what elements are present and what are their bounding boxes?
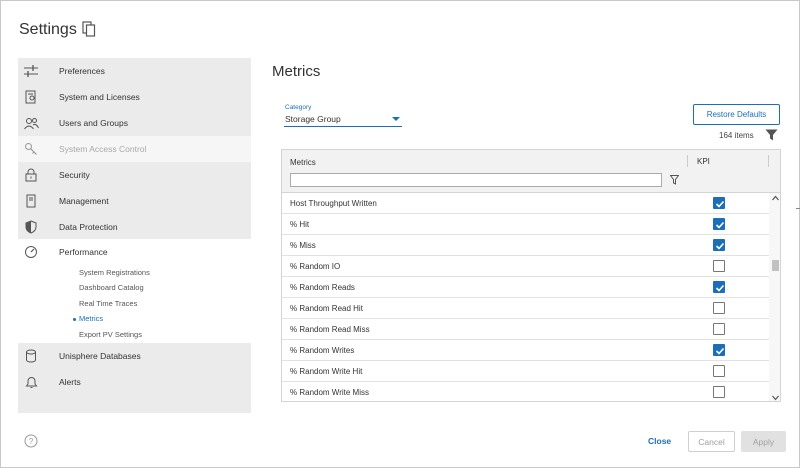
sidebar-item-label: Alerts [59, 377, 81, 387]
sidebar-item-label: Performance [59, 247, 108, 257]
metric-name: % Miss [290, 241, 316, 250]
column-header-kpi[interactable]: KPI [697, 157, 710, 166]
cancel-button[interactable]: Cancel [688, 431, 735, 452]
sidebar-item-alerts[interactable]: Alerts [18, 369, 251, 395]
kpi-checkbox[interactable] [713, 386, 725, 398]
users-icon [23, 115, 39, 131]
sidebar-item-label: System Access Control [59, 144, 147, 154]
sidebar-item-users-and-groups[interactable]: Users and Groups [18, 110, 251, 136]
close-button[interactable]: Close [648, 436, 671, 446]
kpi-checkbox[interactable] [713, 260, 725, 272]
settings-sidebar: Preferences System and Licenses Users an… [18, 58, 251, 413]
sidebar-item-system-and-licenses[interactable]: System and Licenses [18, 84, 251, 110]
metric-name: % Random IO [290, 262, 341, 271]
item-count: 164 items [719, 131, 754, 140]
kpi-checkbox[interactable] [713, 365, 725, 377]
sidebar-item-label: Management [59, 196, 109, 206]
sidebar-item-label: Preferences [59, 66, 105, 76]
chevron-down-icon[interactable] [772, 395, 779, 401]
grid-body: Host Throughput Written % Hit % Miss % R… [282, 193, 769, 401]
database-icon [23, 348, 39, 364]
sliders-icon [23, 63, 39, 79]
kpi-checkbox[interactable] [713, 323, 725, 335]
table-row[interactable]: % Random Read Miss [282, 319, 769, 340]
license-icon [23, 89, 39, 105]
sidebar-item-unisphere-databases[interactable]: Unisphere Databases [18, 343, 251, 369]
metric-name: Host Throughput Written [290, 199, 377, 208]
sidebar-item-preferences[interactable]: Preferences [18, 58, 251, 84]
sidebar-item-management[interactable]: Management [18, 188, 251, 214]
table-row[interactable]: % Random Write Miss [282, 382, 769, 401]
performance-section: Performance System Registrations Dashboa… [18, 239, 251, 343]
window-edge-mark [796, 208, 800, 209]
kpi-checkbox[interactable] [713, 281, 725, 293]
svg-text:?: ? [29, 437, 34, 446]
metrics-filter-input[interactable] [290, 173, 662, 187]
metric-name: % Random Read Miss [290, 325, 370, 334]
kpi-checkbox[interactable] [713, 344, 725, 356]
scrollbar-thumb[interactable] [772, 260, 779, 271]
table-row[interactable]: % Random Writes [282, 340, 769, 361]
apply-button[interactable]: Apply [741, 431, 786, 452]
dialog-title: Settings [19, 21, 77, 38]
metric-name: % Hit [290, 220, 310, 229]
sidebar-item-label: System and Licenses [59, 92, 140, 102]
metric-name: % Random Write Hit [290, 367, 363, 376]
kpi-checkbox[interactable] [713, 218, 725, 230]
bell-icon [23, 374, 39, 390]
chevron-up-icon[interactable] [772, 195, 779, 201]
metric-name: % Random Read Hit [290, 304, 363, 313]
kpi-checkbox[interactable] [713, 302, 725, 314]
copy-icon[interactable] [82, 21, 96, 37]
filter-icon[interactable] [765, 129, 778, 141]
category-select[interactable]: Storage Group [284, 112, 402, 127]
table-row[interactable]: % Random Reads [282, 277, 769, 298]
sidebar-item-security[interactable]: Security [18, 162, 251, 188]
sub-item-dashboard-catalog[interactable]: Dashboard Catalog [79, 283, 144, 292]
metric-name: % Random Write Miss [290, 388, 369, 397]
settings-dialog: Settings Preferences System and Licenses… [0, 0, 800, 468]
sub-item-export-pv-settings[interactable]: Export PV Settings [79, 330, 142, 339]
table-row[interactable]: % Random IO [282, 256, 769, 277]
sidebar-item-label: Security [59, 170, 90, 180]
sidebar-item-data-protection[interactable]: Data Protection [18, 214, 251, 240]
category-value: Storage Group [285, 114, 341, 124]
sidebar-item-label: Users and Groups [59, 118, 128, 128]
category-label: Category [285, 104, 312, 111]
help-icon[interactable]: ? [24, 434, 38, 448]
column-filter-icon[interactable] [670, 175, 679, 185]
lock-icon [23, 167, 39, 183]
sidebar-item-label: Data Protection [59, 222, 118, 232]
gauge-icon [23, 244, 39, 260]
grid-header: Metrics KPI [282, 150, 780, 193]
column-header-metrics[interactable]: Metrics [290, 158, 316, 167]
shield-icon [23, 219, 39, 235]
metrics-grid: Metrics KPI Host Throughput Written % Hi… [281, 149, 781, 402]
key-icon [23, 141, 39, 157]
page-title: Metrics [272, 63, 321, 80]
sidebar-item-performance[interactable]: Performance [18, 239, 251, 265]
kpi-checkbox[interactable] [713, 197, 725, 209]
sub-item-metrics[interactable]: Metrics [79, 314, 103, 323]
server-icon [23, 193, 39, 209]
column-divider [768, 155, 769, 167]
table-row[interactable]: % Random Write Hit [282, 361, 769, 382]
table-row[interactable]: % Miss [282, 235, 769, 256]
active-indicator-dot [73, 318, 76, 321]
table-row[interactable]: % Hit [282, 214, 769, 235]
metric-name: % Random Writes [290, 346, 355, 355]
sub-item-system-registrations[interactable]: System Registrations [79, 268, 150, 277]
grid-scrollbar[interactable] [769, 193, 780, 401]
column-divider [687, 155, 688, 167]
sidebar-item-label: Unisphere Databases [59, 351, 141, 361]
sidebar-item-system-access-control[interactable]: System Access Control [18, 136, 251, 162]
sub-item-real-time-traces[interactable]: Real Time Traces [79, 299, 137, 308]
table-row[interactable]: % Random Read Hit [282, 298, 769, 319]
metric-name: % Random Reads [290, 283, 355, 292]
kpi-checkbox[interactable] [713, 239, 725, 251]
table-row[interactable]: Host Throughput Written [282, 193, 769, 214]
chevron-down-icon [392, 117, 400, 121]
restore-defaults-button[interactable]: Restore Defaults [693, 104, 780, 125]
